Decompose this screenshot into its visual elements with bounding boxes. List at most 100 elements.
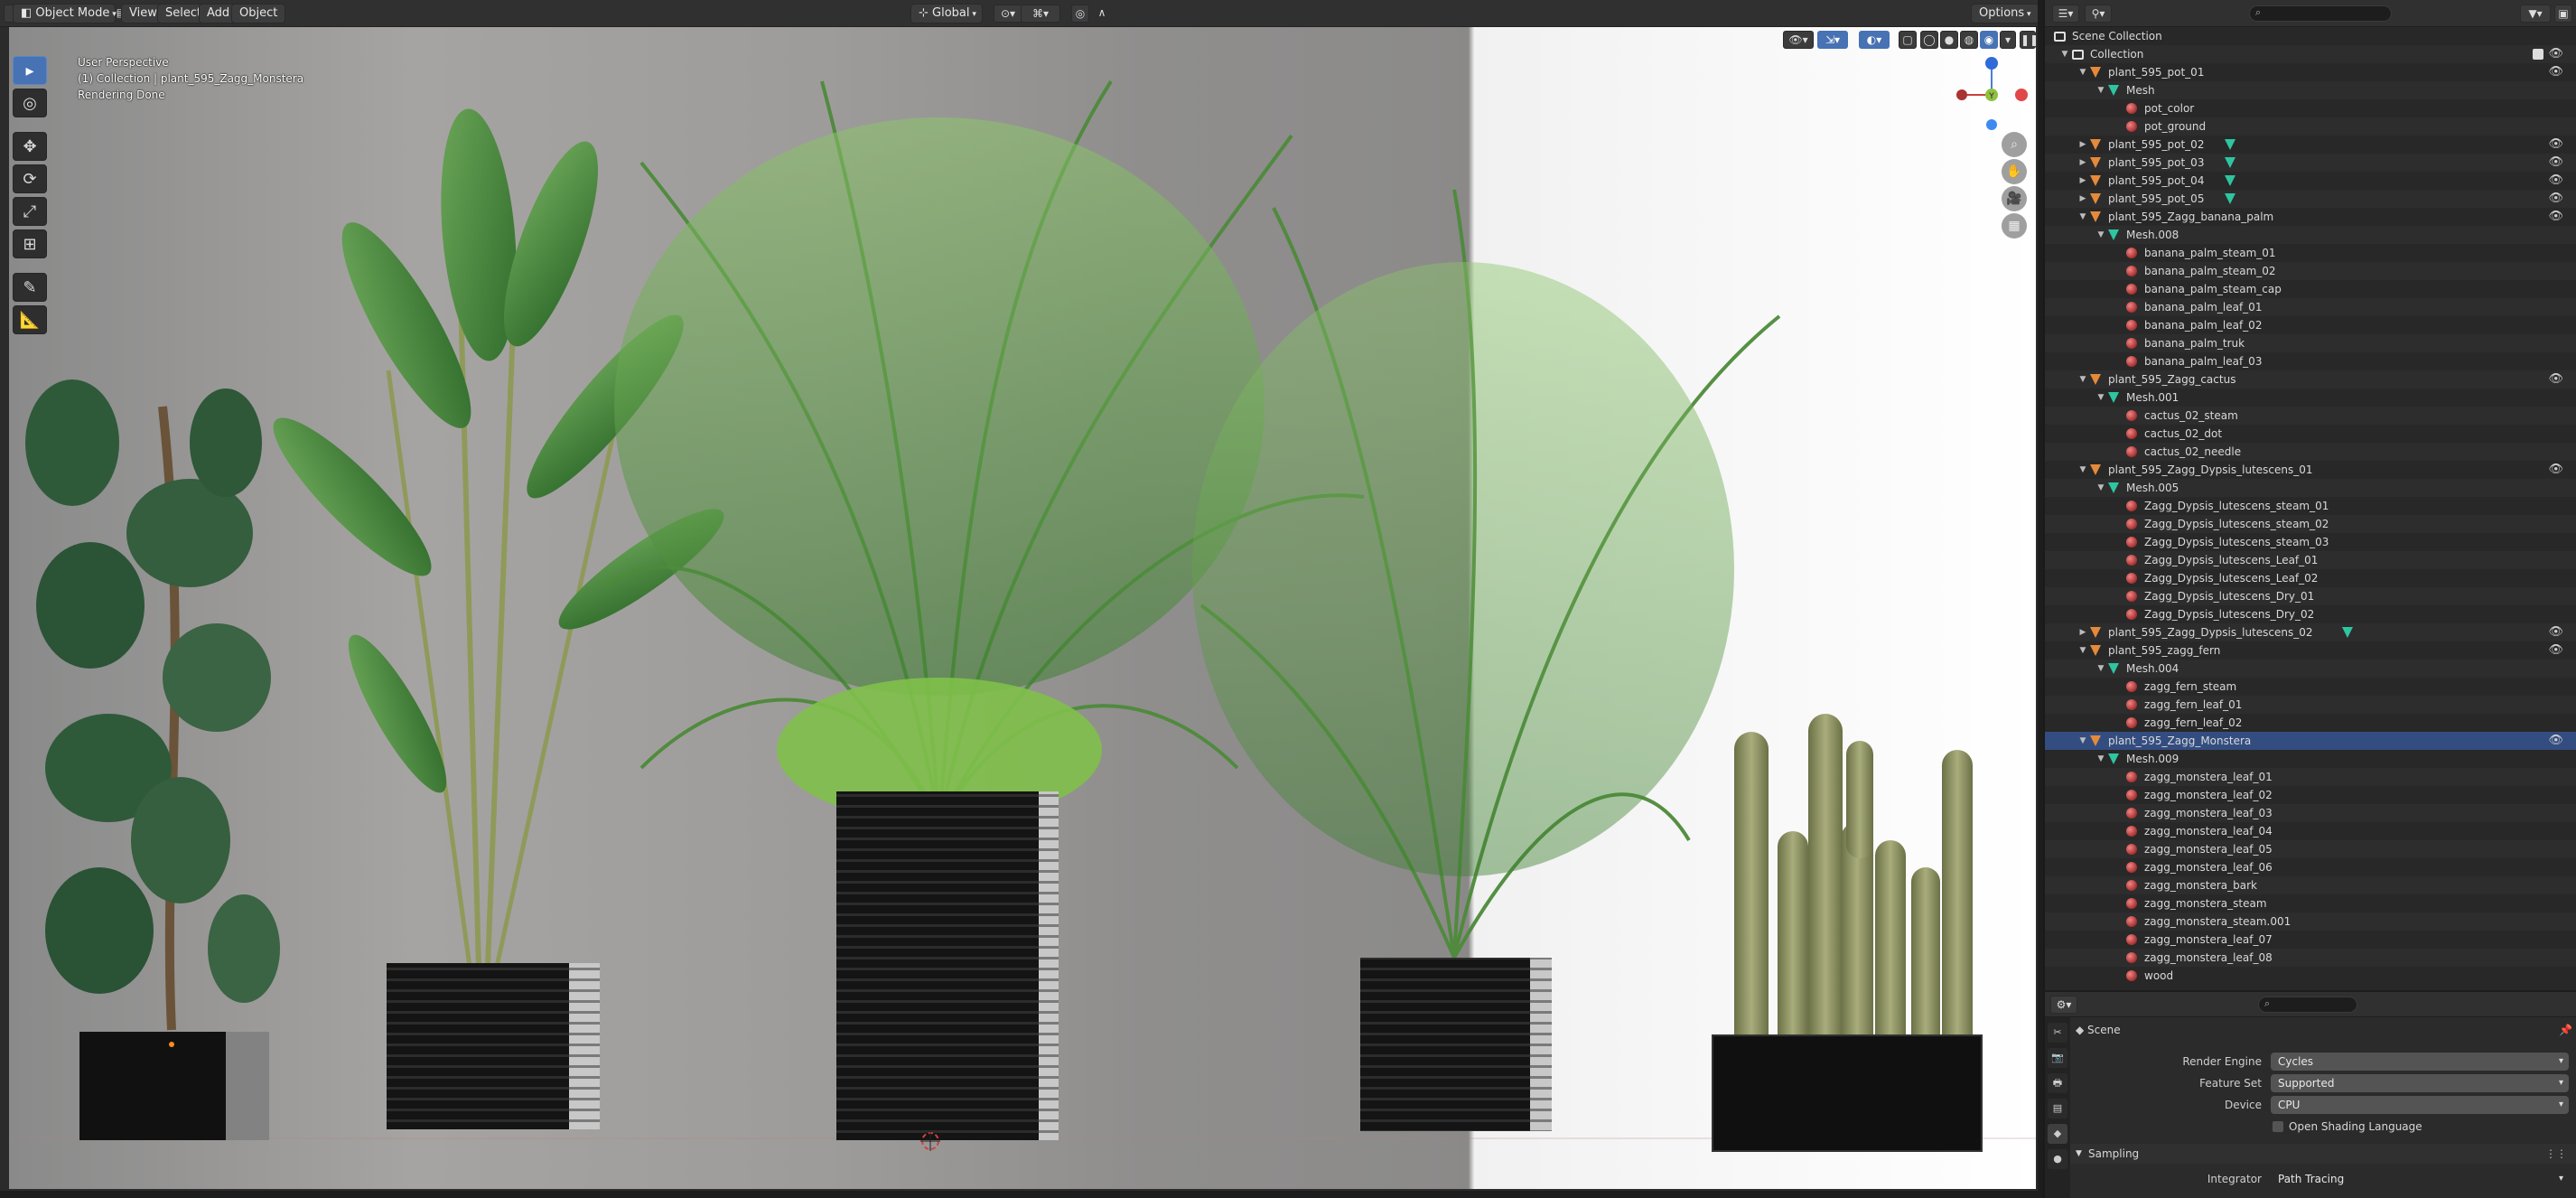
outliner-row-mat[interactable]: banana_palm_leaf_02 (2045, 316, 2576, 334)
outliner-row-mat[interactable]: banana_palm_leaf_03 (2045, 352, 2576, 370)
expand-arrow-icon[interactable]: ▶ (2077, 136, 2088, 154)
outliner-row-mat[interactable]: zagg_monstera_steam (2045, 894, 2576, 913)
move-tool-icon[interactable]: ✥ (13, 132, 47, 161)
pause-render-icon[interactable]: ❚❚ (2020, 31, 2038, 49)
rotate-tool-icon[interactable]: ⟳ (13, 164, 47, 193)
xray-icon[interactable]: ▢ (1899, 31, 1917, 49)
outliner-row-mat[interactable]: zagg_monstera_leaf_03 (2045, 804, 2576, 822)
outliner-row-mat[interactable]: zagg_monstera_leaf_02 (2045, 786, 2576, 804)
world-tab-icon[interactable]: ● (2048, 1149, 2067, 1169)
feature-set-dropdown[interactable]: Supported ▾ (2271, 1074, 2569, 1092)
visibility-eye-icon[interactable]: 👁 (2548, 190, 2563, 208)
transform-tool-icon[interactable]: ⊞ (13, 229, 47, 258)
falloff-icon[interactable]: ∧ (1091, 5, 1113, 23)
expand-arrow-icon[interactable]: ▶ (2077, 190, 2088, 208)
outliner-row-mat[interactable]: banana_palm_truk (2045, 334, 2576, 352)
visibility-eye-icon[interactable]: 👁 (2548, 136, 2563, 154)
shading-options-icon[interactable]: ▾ (2000, 31, 2016, 49)
visibility-eye-icon[interactable]: 👁 (2548, 623, 2563, 641)
collapse-arrow-icon[interactable]: ▼ (2077, 63, 2088, 81)
collection-checkbox[interactable] (2533, 49, 2543, 60)
cursor-tool-icon[interactable]: ◎ (13, 89, 47, 117)
outliner-row-mesh[interactable]: ▼ Mesh.001 (2045, 388, 2576, 407)
render-engine-dropdown[interactable]: Cycles ▾ (2271, 1053, 2569, 1071)
outliner-row-mat[interactable]: zagg_monstera_steam.001 (2045, 913, 2576, 931)
outliner-row-obj[interactable]: ▼ plant_595_Zagg_Monstera 👁 (2045, 732, 2576, 750)
visibility-eye-icon[interactable]: 👁 (2548, 154, 2563, 172)
outliner-row-mat[interactable]: Zagg_Dypsis_lutescens_Dry_01 (2045, 587, 2576, 605)
device-dropdown[interactable]: CPU ▾ (2271, 1096, 2569, 1114)
osl-checkbox[interactable] (2273, 1121, 2283, 1132)
outliner-row-mat[interactable]: Zagg_Dypsis_lutescens_steam_03 (2045, 533, 2576, 551)
mesh-data-icon[interactable] (2225, 175, 2236, 186)
outliner-row-mat[interactable]: zagg_monstera_leaf_05 (2045, 840, 2576, 858)
tool-tab-icon[interactable]: ✂ (2048, 1023, 2067, 1043)
select-tool-icon[interactable]: ▸ (13, 56, 47, 85)
render-tab-icon[interactable]: 📷 (2048, 1048, 2067, 1068)
mesh-data-icon[interactable] (2225, 139, 2236, 150)
outliner-row-mesh[interactable]: ▼ Mesh.009 (2045, 750, 2576, 768)
outliner-search-input[interactable]: ⌕ (2249, 5, 2392, 22)
outliner-row-mat[interactable]: zagg_monstera_leaf_07 (2045, 931, 2576, 949)
properties-editor-type-icon[interactable]: ⚙▾ (2050, 996, 2077, 1014)
material-shading-icon[interactable]: ◍ (1960, 31, 1978, 49)
outliner-row-mat[interactable]: banana_palm_steam_cap (2045, 280, 2576, 298)
outliner-row-obj[interactable]: ▶ plant_595_pot_04 👁 (2045, 172, 2576, 190)
collapse-arrow-icon[interactable]: ▼ (2059, 45, 2070, 63)
expand-arrow-icon[interactable]: ▶ (2077, 623, 2088, 641)
mode-dropdown[interactable]: ◧ Object Mode ▾ (13, 4, 117, 23)
pan-hand-icon[interactable]: ✋ (2002, 159, 2027, 184)
outliner-row-mat[interactable]: Zagg_Dypsis_lutescens_Leaf_02 (2045, 569, 2576, 587)
outliner-row-mat[interactable]: zagg_monstera_leaf_01 (2045, 768, 2576, 786)
proportional-edit-icon[interactable]: ◎ (1071, 5, 1089, 23)
zoom-icon[interactable]: ⌕ (2002, 132, 2027, 157)
visibility-eye-icon[interactable]: 👁 (2548, 208, 2563, 226)
outliner-row-mesh[interactable]: ▼ Mesh.004 (2045, 660, 2576, 678)
outliner-row-obj[interactable]: ▼ plant_595_Zagg_cactus 👁 (2045, 370, 2576, 388)
display-mode-icon[interactable]: ⚲▾ (2085, 5, 2112, 23)
expand-arrow-icon[interactable]: ▶ (2077, 172, 2088, 190)
visibility-eye-icon[interactable]: 👁 (2548, 370, 2563, 388)
outliner-row-mesh[interactable]: ▼ Mesh.008 (2045, 226, 2576, 244)
sampling-section-header[interactable]: ▼ Sampling ⋮⋮ (2070, 1144, 2576, 1164)
outliner-row-mat[interactable]: Zagg_Dypsis_lutescens_Leaf_01 (2045, 551, 2576, 569)
mesh-data-icon[interactable] (2225, 157, 2236, 168)
outliner-row-mat[interactable]: wood (2045, 967, 2576, 985)
solid-shading-icon[interactable]: ● (1940, 31, 1958, 49)
collapse-arrow-icon[interactable]: ▼ (2077, 732, 2088, 750)
collapse-arrow-icon[interactable]: ▼ (2095, 750, 2106, 768)
outliner-editor-type-icon[interactable]: ☰▾ (2052, 5, 2079, 23)
annotate-tool-icon[interactable]: ✎ (13, 273, 47, 302)
outliner-row-mat[interactable]: cactus_02_needle (2045, 443, 2576, 461)
outliner-row-obj[interactable]: ▼ plant_595_zagg_fern 👁 (2045, 641, 2576, 660)
render-view[interactable]: User Perspective (1) Collection | plant_… (9, 27, 2036, 1189)
collapse-arrow-icon[interactable]: ▼ (2077, 208, 2088, 226)
visibility-eye-icon[interactable]: 👁 (2548, 63, 2563, 81)
outliner-row-mat[interactable]: banana_palm_steam_01 (2045, 244, 2576, 262)
wireframe-shading-icon[interactable]: ◯ (1920, 31, 1938, 49)
output-tab-icon[interactable]: 🖶 (2048, 1073, 2067, 1093)
outliner-row-mat[interactable]: zagg_monstera_bark (2045, 876, 2576, 894)
outliner-row-coll[interactable]: ▼ Collection 👁 (2045, 45, 2576, 63)
outliner-row-obj[interactable]: ▶ plant_595_pot_02 👁 (2045, 136, 2576, 154)
snap-icon[interactable]: ⌘▾ (1021, 5, 1060, 23)
outliner-row-mat[interactable]: zagg_fern_steam (2045, 678, 2576, 696)
mesh-data-icon[interactable] (2225, 193, 2236, 204)
scene-tab-icon[interactable]: ◆ (2048, 1124, 2067, 1144)
collapse-arrow-icon[interactable]: ▼ (2077, 641, 2088, 660)
outliner-row-obj[interactable]: ▶ plant_595_pot_03 👁 (2045, 154, 2576, 172)
orientation-dropdown[interactable]: ⊹ Global ▾ (910, 4, 983, 23)
outliner-row-obj[interactable]: ▼ plant_595_Zagg_Dypsis_lutescens_01 👁 (2045, 461, 2576, 479)
outliner-row-obj[interactable]: ▶ plant_595_pot_05 👁 (2045, 190, 2576, 208)
outliner-row-mat[interactable]: zagg_monstera_leaf_06 (2045, 858, 2576, 876)
collapse-arrow-icon[interactable]: ▼ (2095, 479, 2106, 497)
integrator-dropdown[interactable]: Path Tracing ▾ (2271, 1170, 2569, 1188)
visibility-eye-icon[interactable]: 👁 (2548, 45, 2563, 63)
camera-view-icon[interactable]: 🎥 (2002, 186, 2027, 211)
pivot-icon[interactable]: ⊙▾ (994, 5, 1022, 23)
outliner-row-mat[interactable]: cactus_02_dot (2045, 425, 2576, 443)
outliner-row-mesh[interactable]: ▼ Mesh (2045, 81, 2576, 99)
collapse-arrow-icon[interactable]: ▼ (2077, 461, 2088, 479)
outliner-row-mesh[interactable]: ▼ Mesh.005 (2045, 479, 2576, 497)
outliner-row-mat[interactable]: pot_ground (2045, 117, 2576, 136)
